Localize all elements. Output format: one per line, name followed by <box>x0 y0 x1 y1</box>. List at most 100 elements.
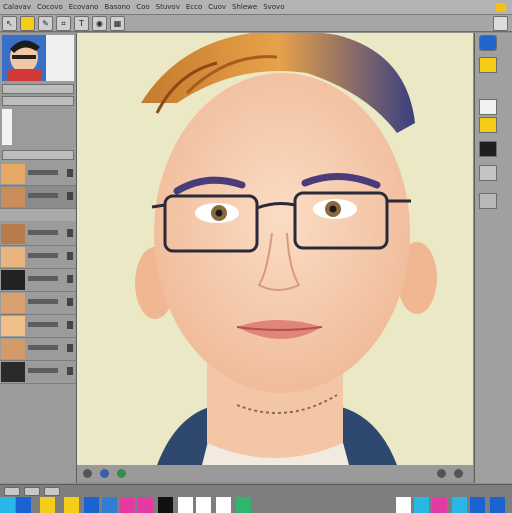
swatch-yellow[interactable] <box>40 497 55 513</box>
yellow-swatch-icon[interactable] <box>20 15 35 31</box>
layer-thumbnail <box>1 293 25 313</box>
layer-thumbnail <box>1 270 25 290</box>
eye-icon[interactable] <box>67 367 73 375</box>
swatch-blue-2[interactable] <box>84 497 99 513</box>
left-panel <box>0 33 77 483</box>
mask-icon[interactable] <box>479 141 497 157</box>
menu-item-6[interactable]: Stuvov <box>153 3 183 11</box>
layer-name <box>28 299 58 304</box>
menu-item-8[interactable]: Cuov <box>205 3 229 11</box>
color-swatch-yellow-2[interactable] <box>479 117 497 133</box>
layer-item[interactable] <box>0 292 76 315</box>
history-icon[interactable] <box>479 193 497 209</box>
layer-thumbnail <box>1 339 25 359</box>
info-icon[interactable] <box>100 469 109 478</box>
swatch-magenta[interactable] <box>120 497 135 513</box>
eye-icon[interactable] <box>67 169 73 177</box>
adjust-icon[interactable] <box>479 165 497 181</box>
swatch-yellow-2[interactable] <box>64 497 79 513</box>
color-swatch-yellow[interactable] <box>479 57 497 73</box>
layer-item[interactable] <box>0 361 76 384</box>
layer-name <box>28 276 58 281</box>
layer-item[interactable] <box>0 163 76 186</box>
swatch-cyan[interactable] <box>0 497 15 513</box>
menu-item-5[interactable]: Coo <box>133 3 152 11</box>
swatch-white-3[interactable] <box>216 497 231 513</box>
eye-icon[interactable] <box>67 229 73 237</box>
grid-icon[interactable]: ▦ <box>110 15 125 31</box>
layer-item[interactable] <box>0 315 76 338</box>
layer-thumbnail <box>1 187 25 207</box>
brush-icon[interactable]: ✎ <box>38 15 53 31</box>
zoom-icon[interactable] <box>83 469 92 478</box>
swatch-cyan-2[interactable] <box>414 497 429 513</box>
layer-item[interactable] <box>0 269 76 292</box>
swatch-magenta-3[interactable] <box>432 497 447 513</box>
menu-item-2[interactable]: Cocovo <box>34 3 66 11</box>
layer-name <box>28 345 58 350</box>
eye-icon[interactable] <box>67 252 73 260</box>
view-icon[interactable] <box>454 469 463 478</box>
eye-icon[interactable] <box>67 275 73 283</box>
menu-item-7[interactable]: Ecco <box>183 3 205 11</box>
window-icon[interactable] <box>493 15 508 31</box>
layer-thumbnail <box>1 362 25 382</box>
menu-bar: Calavav Cocovo Ecovano Basono Coo Stuvov… <box>0 0 512 15</box>
swatch-blue-4[interactable] <box>470 497 485 513</box>
swatch-white[interactable] <box>178 497 193 513</box>
swatch-blue[interactable] <box>16 497 31 513</box>
menu-item-4[interactable]: Basono <box>101 3 133 11</box>
layer-name <box>28 170 58 175</box>
eye-icon[interactable] <box>67 321 73 329</box>
eye-icon[interactable]: ◉ <box>92 15 107 31</box>
layer-thumbnail <box>1 316 25 336</box>
bottom-button[interactable] <box>24 487 40 496</box>
layer-item[interactable] <box>0 186 76 209</box>
info-button[interactable] <box>479 99 497 115</box>
layer-item[interactable] <box>0 338 76 361</box>
canvas-status-bar <box>77 465 473 482</box>
swatch-blue-3[interactable] <box>102 497 117 513</box>
layer-thumbnail <box>1 247 25 267</box>
right-panel <box>474 33 512 483</box>
menu-item-9[interactable]: Shlewe <box>229 3 260 11</box>
navigator-thumbnail[interactable] <box>2 35 74 81</box>
swatch-white-4[interactable] <box>396 497 411 513</box>
swatch-white-2[interactable] <box>196 497 211 513</box>
eye-icon[interactable] <box>67 298 73 306</box>
bottom-bar <box>0 484 512 513</box>
color-preview[interactable] <box>2 109 12 145</box>
bottom-button[interactable] <box>4 487 20 496</box>
image-canvas[interactable] <box>77 33 473 465</box>
eye-icon[interactable] <box>67 344 73 352</box>
layer-thumbnail <box>1 164 25 184</box>
menu-item-1[interactable]: Calavav <box>0 3 34 11</box>
eye-icon[interactable] <box>67 192 73 200</box>
layer-name <box>28 368 58 373</box>
layer-group-header[interactable] <box>0 209 76 221</box>
panel-row-2[interactable] <box>2 96 74 106</box>
swatch-cyan-3[interactable] <box>452 497 467 513</box>
status-icon[interactable] <box>117 469 126 478</box>
layer-thumbnail <box>1 224 25 244</box>
layer-item[interactable] <box>0 246 76 269</box>
layer-name <box>28 322 58 327</box>
panel-row-3[interactable] <box>2 150 74 160</box>
swatch-magenta-2[interactable] <box>138 497 153 513</box>
pointer-icon[interactable]: ↖ <box>2 15 17 31</box>
settings-icon[interactable] <box>437 469 446 478</box>
foreground-color-swatch[interactable] <box>496 2 506 12</box>
swatch-green[interactable] <box>236 497 251 513</box>
bottom-button[interactable] <box>44 487 60 496</box>
swatch-blue-5[interactable] <box>490 497 505 513</box>
crop-icon[interactable]: ⌗ <box>56 15 71 31</box>
swatch-black[interactable] <box>158 497 173 513</box>
menu-item-10[interactable]: Svovo <box>260 3 287 11</box>
menu-item-3[interactable]: Ecovano <box>66 3 102 11</box>
layer-name <box>28 193 58 198</box>
panel-row-1[interactable] <box>2 84 74 94</box>
layer-item[interactable] <box>0 223 76 246</box>
tool-options-bar: ↖ ✎ ⌗ T ◉ ▦ <box>0 15 512 32</box>
app-logo-icon[interactable] <box>479 35 497 51</box>
text-icon[interactable]: T <box>74 15 89 31</box>
